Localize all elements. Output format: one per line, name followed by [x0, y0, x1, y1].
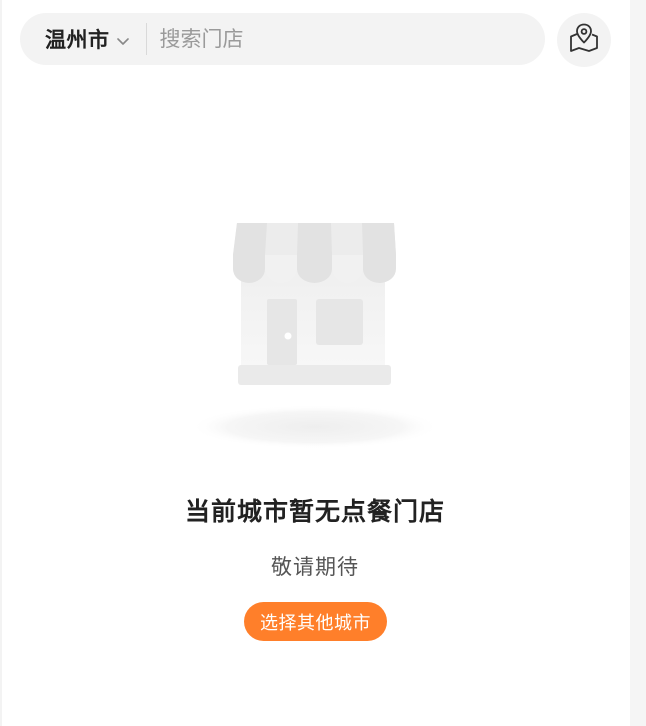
city-name: 温州市 [45, 28, 110, 52]
store-icon [185, 205, 455, 465]
store-search-input[interactable] [159, 19, 500, 59]
search-bar: 温州市 [20, 13, 545, 65]
empty-state-title: 当前城市暂无点餐门店 [184, 497, 445, 526]
left-border [0, 0, 2, 726]
map-location-icon [567, 21, 601, 59]
select-other-city-button[interactable]: 选择其他城市 [244, 602, 387, 641]
map-button[interactable] [557, 13, 611, 67]
chevron-down-icon [116, 33, 130, 47]
empty-state-subtitle: 敬请期待 [271, 555, 359, 579]
right-scroll-gutter [630, 0, 646, 726]
city-selector[interactable]: 温州市 [20, 13, 130, 65]
search-divider [145, 23, 147, 55]
